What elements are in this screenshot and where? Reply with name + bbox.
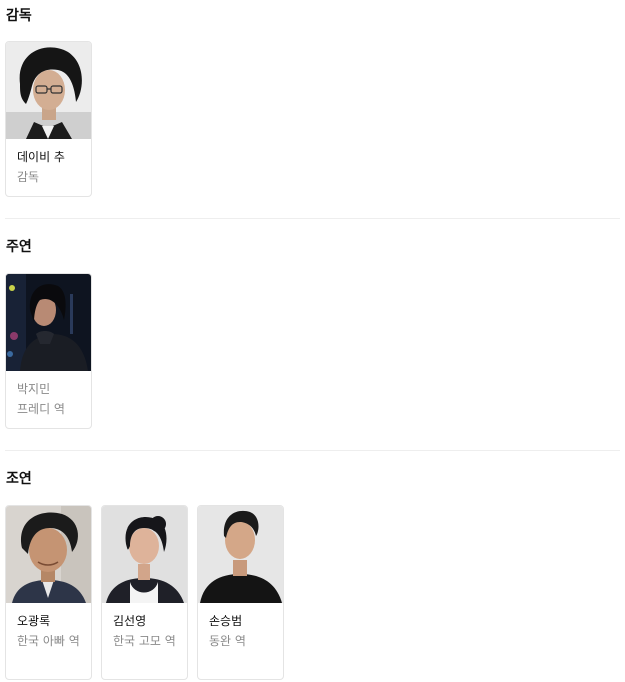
person-card-supporting-2[interactable]: 김선영 한국 고모 역 — [101, 505, 188, 680]
person-name: 김선영 — [113, 614, 147, 628]
person-role: 프레디 역 — [17, 402, 65, 416]
person-name: 오광록 — [17, 614, 51, 628]
person-name: 박지민 — [17, 382, 51, 396]
section-title-lead: 주연 — [6, 239, 32, 255]
person-card-supporting-3[interactable]: 손승범 동완 역 — [197, 505, 284, 680]
person-photo — [6, 506, 91, 603]
person-card-supporting-1[interactable]: 오광록 한국 아빠 역 — [5, 505, 92, 680]
person-role: 동완 역 — [209, 634, 246, 648]
section-title-director: 감독 — [6, 8, 32, 24]
person-card-lead[interactable]: 박지민 프레디 역 — [5, 273, 92, 429]
person-role: 감독 — [17, 170, 40, 184]
person-role: 한국 고모 역 — [113, 634, 176, 648]
person-photo — [6, 42, 91, 139]
section-divider — [5, 450, 620, 451]
person-name: 손승범 — [209, 614, 243, 628]
person-name: 데이비 추 — [17, 150, 65, 164]
person-portrait-icon — [6, 274, 91, 371]
section-title-supporting: 조연 — [6, 471, 32, 487]
person-portrait-icon — [198, 506, 283, 603]
person-photo — [198, 506, 283, 603]
person-photo — [6, 274, 91, 371]
person-portrait-icon — [6, 42, 91, 139]
person-card-director[interactable]: 데이비 추 감독 — [5, 41, 92, 197]
person-portrait-icon — [102, 506, 187, 603]
section-divider — [5, 218, 620, 219]
person-photo — [102, 506, 187, 603]
person-portrait-icon — [6, 506, 91, 603]
person-role: 한국 아빠 역 — [17, 634, 80, 648]
